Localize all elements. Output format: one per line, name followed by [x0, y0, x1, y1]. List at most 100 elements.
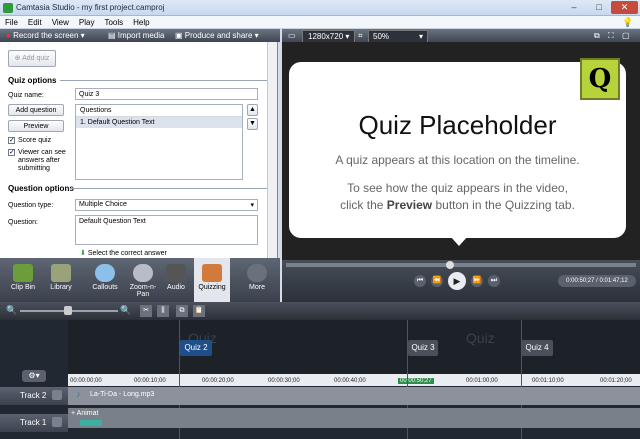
paste-icon[interactable]: 📋: [193, 305, 205, 317]
record-icon: ●: [6, 31, 11, 40]
callout-pointer: [450, 236, 468, 246]
move-up-button[interactable]: ▲: [247, 104, 258, 116]
zoom-in-icon[interactable]: 🔍: [120, 305, 131, 316]
divider: [70, 188, 270, 189]
playback-bar: ⏮ ⏪ ▶ ⏩ ⏭ 0:00:50;27 / 0:01:47;12: [282, 260, 640, 302]
placeholder-line-3: click the Preview button in the Quizzing…: [340, 198, 575, 212]
tick-label: 00:00:30;00: [268, 378, 300, 384]
audio-clip-name: La-Ti-Da - Long.mp3: [90, 391, 155, 398]
move-down-button[interactable]: ▼: [247, 118, 258, 130]
tick-label: 00:00:10;00: [134, 378, 166, 384]
menu-help[interactable]: Help: [128, 16, 154, 27]
audio-clip[interactable]: ♪ La-Ti-Da - Long.mp3: [68, 387, 640, 405]
close-button[interactable]: ✕: [611, 1, 638, 14]
next-frame-button[interactable]: ⏭: [488, 275, 500, 287]
fullscreen-icon[interactable]: ⛶: [608, 30, 614, 41]
prev-frame-button[interactable]: ⏮: [414, 275, 426, 287]
viewer-answers-checkbox[interactable]: ✓: [8, 149, 15, 156]
quiz-name-label: Quiz name:: [8, 92, 44, 99]
copy-icon[interactable]: ⧉: [176, 305, 188, 317]
fast-forward-button[interactable]: ⏩: [471, 275, 483, 287]
tick-label: 00:01:00;00: [466, 378, 498, 384]
track-lock-icon[interactable]: [52, 417, 62, 427]
tab-library[interactable]: Library: [42, 258, 80, 302]
scrub-handle[interactable]: [446, 261, 454, 269]
canvas-icon[interactable]: ▭: [288, 30, 296, 41]
scrub-track[interactable]: [286, 263, 636, 267]
score-quiz-label: Score quiz: [18, 137, 52, 144]
questions-list[interactable]: Questions 1. Default Question Text: [75, 104, 243, 180]
tick-label: 00:01:10;00: [532, 378, 564, 384]
menu-play[interactable]: Play: [74, 16, 100, 27]
speaker-icon: [166, 264, 186, 282]
tick-label: 00:00:40;00: [334, 378, 366, 384]
produce-share-button[interactable]: ▣ Produce and share ▾: [175, 30, 259, 41]
zoom-slider-thumb[interactable]: [64, 306, 72, 315]
quiz-name-input[interactable]: Quiz 3: [75, 88, 258, 100]
chevron-down-icon: ▾: [250, 202, 254, 209]
menu-edit[interactable]: Edit: [23, 16, 47, 27]
zoom-out-icon[interactable]: 🔍: [6, 305, 17, 316]
add-quiz-button[interactable]: ⊕ Add quiz: [8, 50, 56, 67]
play-button[interactable]: ▶: [448, 272, 466, 290]
minimize-button[interactable]: –: [562, 1, 586, 14]
help-bulb-icon[interactable]: 💡: [622, 17, 634, 28]
placeholder-line-2: To see how the quiz appears in the video…: [347, 181, 568, 195]
quiz-marker[interactable]: Quiz 3: [408, 340, 438, 356]
tick-label: 00:01:20;00: [600, 378, 632, 384]
window-icon[interactable]: ▢: [622, 30, 630, 41]
rewind-button[interactable]: ⏪: [431, 275, 443, 287]
quiz-options-heading: Quiz options: [8, 76, 57, 85]
title-bar: Camtasia Studio - my first project.campr…: [0, 0, 640, 16]
timeline-toolbar: 🔍 🔍 ✂ ⫼ ⧉ 📋: [0, 302, 640, 320]
placeholder-heading: Quiz Placeholder: [358, 110, 557, 140]
detach-icon[interactable]: ⧉: [594, 30, 600, 41]
tab-zoom-n-pan[interactable]: Zoom-n-Pan: [124, 258, 162, 302]
timeline-panel: Quiz Quiz Quiz 2 Quiz 3 Quiz 4 ⚙▾ 00:00:…: [0, 320, 640, 439]
add-question-button[interactable]: Add question: [8, 104, 64, 116]
question-label: Question:: [8, 219, 38, 226]
quiz-placeholder-card: Quiz Placeholder A quiz appears at this …: [289, 62, 626, 238]
track-lock-icon[interactable]: [52, 390, 62, 400]
q-badge-icon: Q: [580, 58, 620, 100]
import-media-button[interactable]: ▤ Import media: [108, 30, 164, 41]
question-type-select[interactable]: Multiple Choice ▾: [75, 199, 258, 211]
crop-icon[interactable]: ⌗: [358, 30, 363, 41]
tab-quizzing[interactable]: Quizzing: [194, 258, 230, 302]
window-title: Camtasia Studio - my first project.campr…: [16, 3, 165, 12]
quiz-marker[interactable]: Quiz 4: [521, 340, 553, 356]
menu-view[interactable]: View: [47, 16, 74, 27]
task-tabs: Clip Bin Library Callouts Zoom-n-Pan Aud…: [0, 258, 280, 302]
preview-button[interactable]: Preview: [8, 120, 64, 132]
questions-header: Questions: [76, 105, 242, 117]
quizzing-pane: ⊕ Add quiz Quiz options Quiz name: Quiz …: [0, 42, 278, 258]
question-text-input[interactable]: Default Question Text: [75, 215, 258, 245]
question-item[interactable]: 1. Default Question Text: [76, 117, 242, 128]
tab-audio[interactable]: Audio: [160, 258, 192, 302]
cut-icon[interactable]: ✂: [140, 305, 152, 317]
menu-file[interactable]: File: [0, 16, 23, 27]
tab-more[interactable]: More: [238, 258, 276, 302]
media-clip[interactable]: + Animat: [68, 408, 640, 428]
time-ruler[interactable]: 00:00:00;00 00:00:10;00 00:00:20;00 00:0…: [68, 374, 640, 386]
preview-toolbar: ▭ 1280x720 ▾ ⌗ 50% ▾ ⧉ ⛶ ▢: [282, 29, 640, 43]
magnifier-icon: [133, 264, 153, 282]
split-icon[interactable]: ⫼: [157, 305, 169, 317]
track-settings-gear-icon[interactable]: ⚙▾: [22, 370, 46, 382]
record-screen-button[interactable]: ● Record the screen ▾: [6, 30, 85, 41]
menu-tools[interactable]: Tools: [99, 16, 128, 27]
pane-scrollbar[interactable]: [267, 42, 277, 258]
callout-icon: [95, 264, 115, 282]
score-quiz-checkbox[interactable]: ✓: [8, 137, 15, 144]
camtasia-app-icon: [3, 3, 13, 13]
tab-callouts[interactable]: Callouts: [86, 258, 124, 302]
tab-clip-bin[interactable]: Clip Bin: [4, 258, 42, 302]
animation-clip-label: + Animat: [71, 410, 99, 417]
quiz-marker[interactable]: Quiz 2: [180, 340, 212, 356]
time-display: 0:00:50;27 / 0:01:47;12: [558, 275, 636, 287]
main-toolbar: ● Record the screen ▾ ▤ Import media ▣ P…: [0, 29, 280, 42]
playhead-time[interactable]: 00:00:50;27: [398, 378, 434, 384]
maximize-button[interactable]: □: [588, 1, 610, 14]
animation-clip[interactable]: [80, 420, 102, 426]
library-icon: [51, 264, 71, 282]
